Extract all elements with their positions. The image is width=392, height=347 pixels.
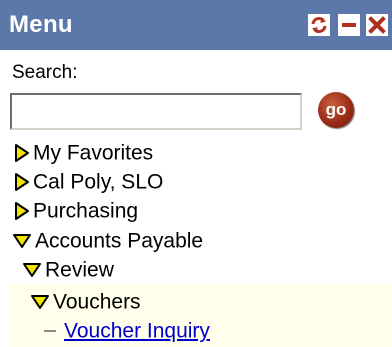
minimize-button[interactable] [338, 14, 360, 36]
expanded-triangle-icon [22, 262, 42, 278]
tree-item-accounts-payable[interactable]: Accounts Payable [12, 226, 203, 256]
tree-item-voucher-inquiry[interactable]: Voucher Inquiry [44, 316, 210, 346]
tree-item-review[interactable]: Review [22, 255, 114, 285]
menu-header: Menu [0, 0, 392, 50]
minimize-icon [342, 23, 356, 27]
collapsed-triangle-icon [14, 201, 30, 221]
search-input[interactable] [10, 93, 302, 130]
tree-item-label: Review [45, 258, 114, 282]
search-label: Search: [12, 62, 78, 83]
close-button[interactable] [366, 14, 388, 36]
refresh-icon [311, 17, 327, 33]
refresh-button[interactable] [308, 14, 330, 36]
collapsed-triangle-icon [14, 172, 30, 192]
menu-title: Menu [9, 11, 73, 38]
tree-item-cal-poly-slo[interactable]: Cal Poly, SLO [14, 167, 163, 197]
expanded-triangle-icon [12, 233, 32, 249]
voucher-inquiry-link[interactable]: Voucher Inquiry [64, 319, 210, 342]
tree-item-vouchers[interactable]: Vouchers [30, 287, 141, 317]
leaf-dash-icon [44, 330, 56, 333]
collapsed-triangle-icon [14, 143, 30, 163]
tree-item-label: Purchasing [33, 199, 139, 223]
close-icon [368, 16, 386, 34]
tree-item-label: Accounts Payable [35, 229, 204, 253]
tree-item-label: My Favorites [33, 141, 154, 165]
tree-item-label: Vouchers [53, 290, 141, 314]
expanded-triangle-icon [30, 294, 50, 310]
go-button[interactable]: go [318, 92, 354, 128]
tree-item-purchasing[interactable]: Purchasing [14, 196, 138, 226]
tree-item-my-favorites[interactable]: My Favorites [14, 138, 153, 168]
tree-item-label: Cal Poly, SLO [33, 170, 164, 194]
